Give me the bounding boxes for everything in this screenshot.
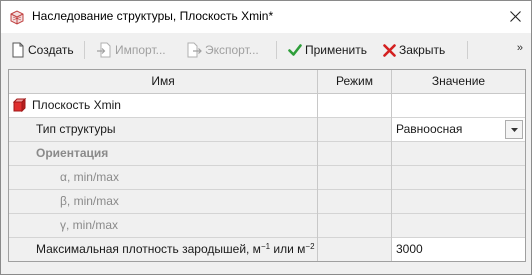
column-header-value[interactable]: Значение [392,70,525,93]
structure-cube-icon [10,10,24,25]
column-divider [317,70,318,261]
apply-button[interactable]: Применить [288,38,367,62]
table-row[interactable]: Плоскость Xmin [9,94,525,118]
row-value [392,190,525,213]
row-value [392,166,525,189]
unit-exponent: −1 [260,242,271,251]
row-name: Максимальная плотность зародышей, м−1 ил… [36,238,317,261]
close-button[interactable]: Закрыть [383,38,445,62]
dialog-window: Наследование структуры, Плоскость Xmin* … [0,0,532,275]
property-grid: Имя Режим Значение Плоскость Xmin Тип ст… [8,69,526,262]
table-row[interactable]: Максимальная плотность зародышей, м−1 ил… [9,238,525,261]
import-button[interactable]: Импорт... [96,38,166,62]
window-title: Наследование структуры, Плоскость Xmin* [32,9,274,23]
row-name: Ориентация [36,146,109,160]
column-header-name[interactable]: Имя [9,70,317,93]
row-mode [318,190,391,213]
row-mode [318,142,391,165]
row-value [392,94,525,117]
red-x-icon [383,43,396,57]
column-divider [391,70,392,261]
import-icon [97,42,111,58]
import-label: Импорт... [115,43,166,57]
row-mode [318,166,391,189]
export-button[interactable]: Экспорт... [186,38,259,62]
row-value [392,142,525,165]
toolbar-separator [84,41,85,59]
row-mode [318,214,391,237]
toolbar-separator [276,41,277,59]
dropdown-button[interactable] [505,120,523,139]
table-row[interactable]: γ, min/max [9,214,525,238]
toolbar-overflow-button[interactable]: » [517,42,523,54]
row-name: γ, min/max [60,218,119,232]
new-document-icon [12,42,24,58]
export-label: Экспорт... [205,43,259,57]
row-name-main: Максимальная плотность зародышей, м [36,242,261,256]
chevron-down-icon [510,127,518,132]
toolbar: Создать Импорт... Экспорт... Применить З… [1,33,531,67]
checkmark-icon [288,44,302,56]
row-mode [318,118,391,141]
export-icon [187,42,202,58]
apply-label: Применить [305,43,368,57]
column-header-mode[interactable]: Режим [318,70,391,93]
table-row[interactable]: α, min/max [9,166,525,190]
create-label: Создать [28,43,74,57]
row-name: Плоскость Xmin [32,98,121,112]
title-bar: Наследование структуры, Плоскость Xmin* [1,1,531,33]
window-close-button[interactable] [500,2,530,30]
table-row[interactable]: Тип структуры Равноосная [9,118,525,142]
density-value-field[interactable]: 3000 [392,238,525,261]
structure-type-select[interactable]: Равноосная [392,118,525,141]
table-row[interactable]: Ориентация [9,142,525,166]
row-mode [318,94,391,117]
row-name: β, min/max [60,194,119,208]
close-icon [509,10,521,22]
structure-cube-icon [13,98,27,112]
row-name: Тип структуры [36,122,116,136]
grid-header: Имя Режим Значение [9,70,525,94]
create-button[interactable]: Создать [11,38,74,62]
close-label: Закрыть [399,43,446,57]
table-row[interactable]: β, min/max [9,190,525,214]
toolbar-separator [467,41,468,59]
select-value: Равноосная [396,122,463,136]
row-name-mid: или м [270,242,306,256]
row-mode [318,238,391,261]
row-name: α, min/max [60,170,119,184]
unit-exponent: −2 [305,242,315,251]
row-value [392,214,525,237]
